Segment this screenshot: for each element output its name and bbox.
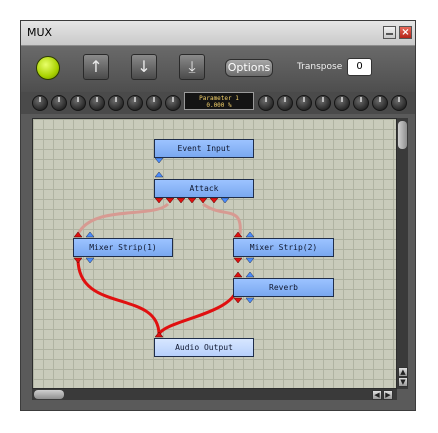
vertical-scrollbar[interactable]: ▲ ▼ (397, 118, 408, 389)
routing-canvas[interactable]: Event Input Attack Mixer Strip(1) Mixer … (32, 118, 397, 389)
scroll-left-arrow-icon[interactable]: ◀ (372, 390, 382, 400)
node-attack[interactable]: Attack (154, 179, 254, 198)
transpose-field[interactable]: 0 (347, 58, 372, 76)
parameter-knob[interactable] (51, 95, 67, 111)
connection-wire[interactable] (76, 258, 161, 335)
parameter-knob[interactable] (296, 95, 312, 111)
parameter-knob[interactable] (127, 95, 143, 111)
parameter-knob[interactable] (146, 95, 162, 111)
toolbar: ↑ ↓ ⤓ Options Transpose 0 (21, 46, 415, 92)
arrow-to-bottom-icon: ⤓ (188, 57, 196, 76)
node-audio-output[interactable]: Audio Output (154, 338, 254, 357)
parameter-display: Parameter 1 0.000 % (184, 92, 254, 110)
vertical-scroll-thumb[interactable] (398, 121, 407, 149)
node-event-input[interactable]: Event Input (154, 139, 254, 158)
scroll-down-arrow-icon[interactable]: ▼ (398, 377, 408, 387)
arrow-down-icon: ↓ (137, 57, 151, 76)
parameter-value: 0.000 % (206, 102, 232, 109)
parameter-knob[interactable] (32, 95, 48, 111)
close-button[interactable]: × (399, 26, 412, 39)
parameter-knob[interactable] (277, 95, 293, 111)
parameter-knob[interactable] (372, 95, 388, 111)
horizontal-scrollbar[interactable]: ◀ ▶ (32, 389, 397, 400)
parameter-knob[interactable] (165, 95, 181, 111)
parameter-knob[interactable] (391, 95, 407, 111)
options-button[interactable]: Options (225, 59, 273, 77)
minimize-button[interactable] (383, 26, 396, 39)
power-led-indicator[interactable] (36, 56, 60, 80)
horizontal-scroll-thumb[interactable] (34, 390, 64, 399)
node-reverb[interactable]: Reverb (233, 278, 334, 297)
scroll-right-arrow-icon[interactable]: ▶ (383, 390, 393, 400)
window-title: MUX (27, 26, 53, 39)
transpose-label: Transpose (297, 62, 343, 72)
scroll-up-arrow-icon[interactable]: ▲ (398, 367, 408, 377)
mux-window: MUX × ↑ ↓ ⤓ Options Transpose 0 Paramete… (20, 20, 416, 411)
parameter-knob[interactable] (89, 95, 105, 111)
arrow-up-icon: ↑ (89, 57, 103, 76)
parameter-knob[interactable] (315, 95, 331, 111)
title-bar[interactable]: MUX × (21, 21, 415, 46)
parameter-knob-row: Parameter 1 0.000 % (21, 92, 415, 114)
connection-wire[interactable] (76, 202, 170, 235)
node-mixer-strip-1[interactable]: Mixer Strip(1) (73, 238, 173, 257)
parameter-knob[interactable] (70, 95, 86, 111)
parameter-knob[interactable] (353, 95, 369, 111)
move-up-button[interactable]: ↑ (83, 54, 109, 80)
parameter-name: Parameter 1 (199, 95, 239, 102)
parameter-knob[interactable] (334, 95, 350, 111)
parameter-knob[interactable] (108, 95, 124, 111)
parameter-knob[interactable] (258, 95, 274, 111)
move-down-button[interactable]: ↓ (131, 54, 157, 80)
move-bottom-button[interactable]: ⤓ (179, 54, 205, 80)
connection-wire[interactable] (202, 202, 242, 235)
connection-wire[interactable] (157, 283, 240, 336)
node-mixer-strip-2[interactable]: Mixer Strip(2) (233, 238, 334, 257)
